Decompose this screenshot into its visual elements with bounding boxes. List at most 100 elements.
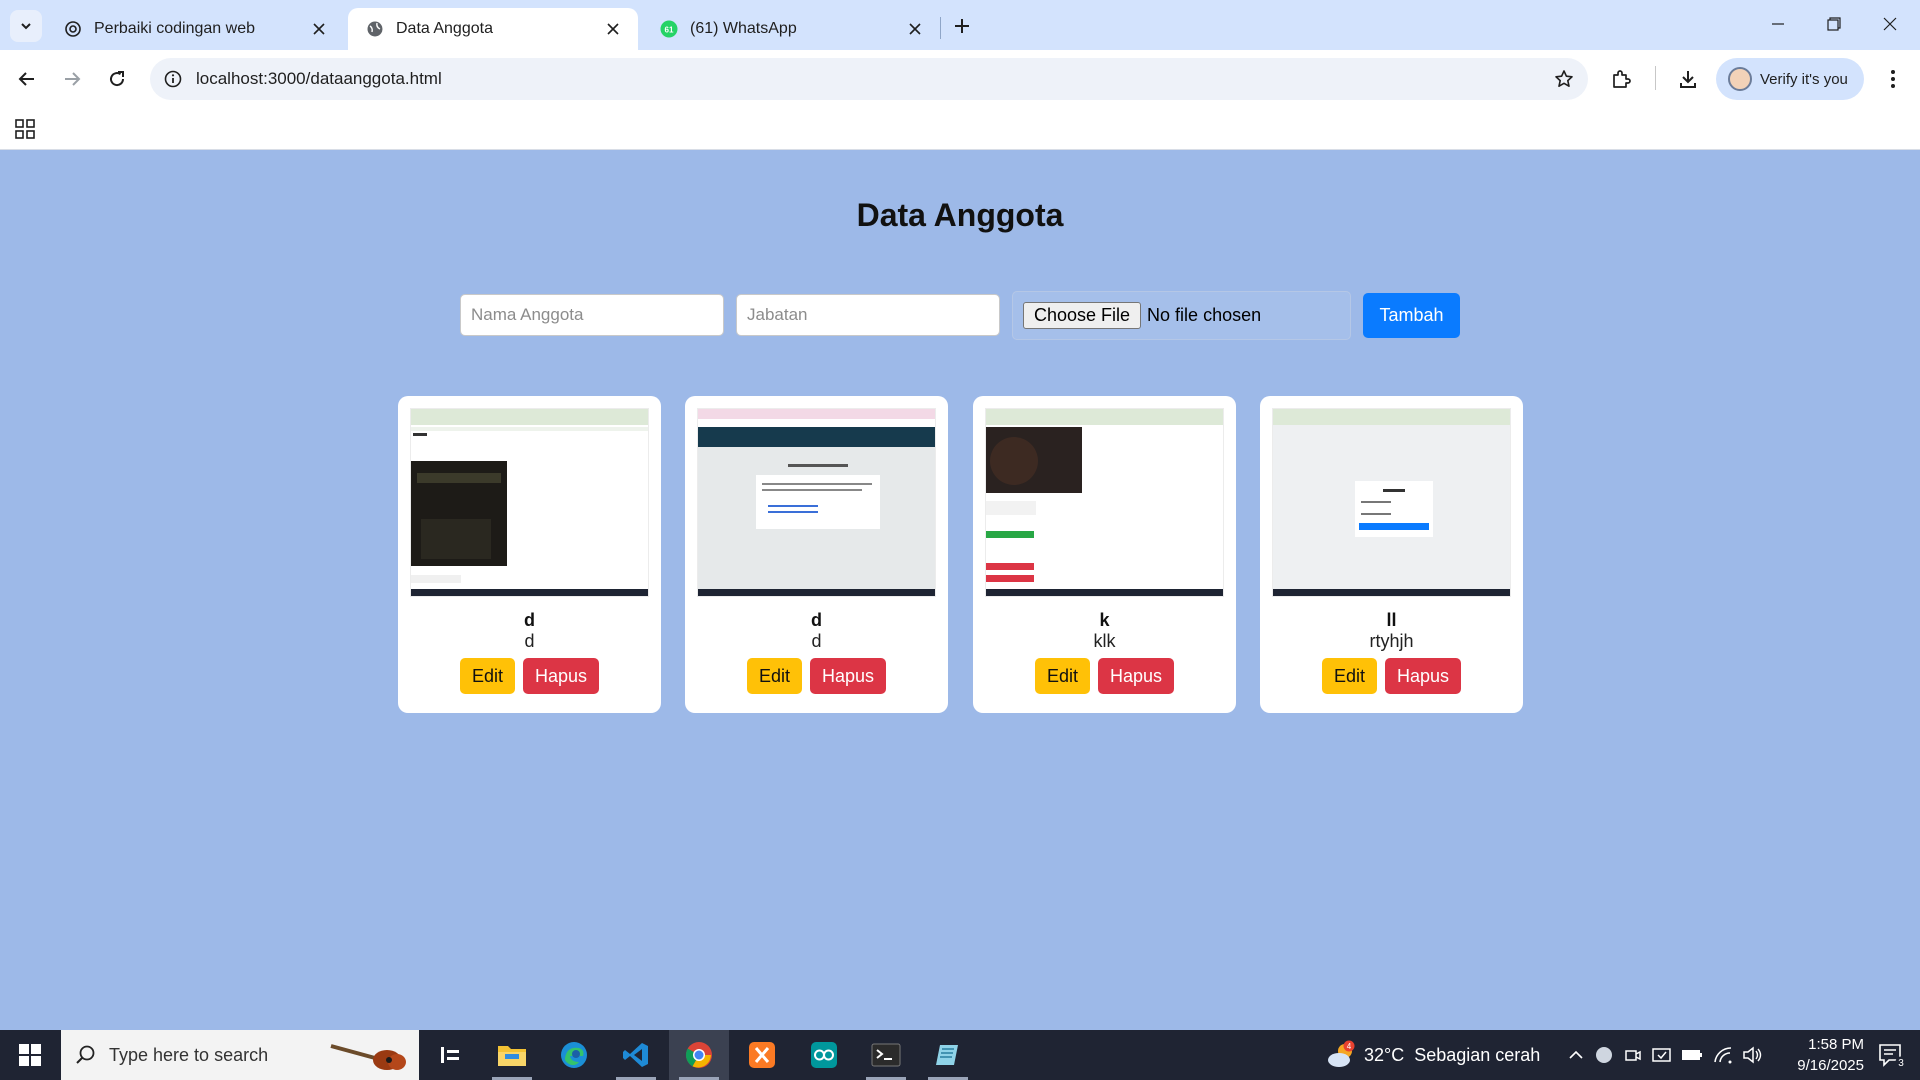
extensions-button[interactable] <box>1604 62 1638 96</box>
edit-button[interactable]: Edit <box>746 658 802 694</box>
add-member-button[interactable]: Tambah <box>1363 293 1460 338</box>
guitar-icon <box>330 1044 406 1070</box>
new-tab-button[interactable] <box>948 12 976 40</box>
download-icon <box>1680 71 1696 88</box>
member-position: rtyhjh <box>1369 631 1414 651</box>
delete-button[interactable]: Hapus <box>523 658 600 694</box>
battery-icon[interactable] <box>1680 1043 1704 1067</box>
bookmark-star-icon[interactable] <box>1552 67 1576 91</box>
url-text: localhost:3000/dataanggota.html <box>196 69 442 88</box>
taskbar-vscode[interactable] <box>606 1030 666 1080</box>
taskbar-notepad[interactable] <box>918 1030 978 1080</box>
toolbar-divider <box>1655 66 1656 90</box>
taskbar-xampp[interactable] <box>732 1030 792 1080</box>
tab-title: Data Anggota <box>396 20 493 37</box>
tab-title: (61) WhatsApp <box>690 20 797 37</box>
page-title: Data Anggota <box>856 197 1064 233</box>
weather-widget[interactable]: 4 32°C Sebagian cerah <box>1326 1030 1540 1080</box>
member-photo <box>697 408 936 597</box>
member-card: d d Edit Hapus <box>685 396 948 713</box>
member-card: d d Edit Hapus <box>398 396 661 713</box>
delete-button[interactable]: Hapus <box>810 658 887 694</box>
restore-button[interactable] <box>1806 0 1862 48</box>
minimize-button[interactable] <box>1750 0 1806 48</box>
close-icon[interactable] <box>904 18 926 40</box>
edit-button[interactable]: Edit <box>1321 658 1377 694</box>
profile-button[interactable]: Verify it's you <box>1716 58 1864 100</box>
photo-file-input[interactable]: Choose File No file chosen <box>1012 291 1351 340</box>
profile-label: Verify it's you <box>1760 70 1848 88</box>
tab-strip: Perbaiki codingan web Data Anggota 61 (6… <box>0 0 1920 50</box>
edge-icon <box>561 1042 587 1068</box>
close-icon[interactable] <box>602 18 624 40</box>
clock-time: 1:58 PM <box>1808 1036 1864 1053</box>
taskbar-edge[interactable] <box>544 1030 604 1080</box>
meet-now-icon[interactable] <box>1621 1043 1645 1067</box>
delete-button[interactable]: Hapus <box>1098 658 1175 694</box>
task-view-button[interactable] <box>420 1030 480 1080</box>
avatar <box>1728 67 1752 91</box>
tray-app-icon[interactable] <box>1592 1043 1616 1067</box>
choose-file-button[interactable]: Choose File <box>1023 302 1142 329</box>
partly-sunny-icon: 4 <box>1326 1040 1356 1070</box>
member-position: klk <box>1093 631 1116 651</box>
apps-grid-icon[interactable] <box>12 116 38 142</box>
site-info-icon[interactable] <box>160 66 186 92</box>
position-input[interactable] <box>736 294 1000 336</box>
whatsapp-icon: 61 <box>660 20 678 38</box>
chevron-down-icon <box>21 23 31 30</box>
tab-data-anggota[interactable]: Data Anggota <box>348 8 638 50</box>
reload-icon <box>110 71 125 87</box>
taskbar-chrome[interactable] <box>669 1030 729 1080</box>
system-clock[interactable]: 1:58 PM 9/16/2025 <box>1764 1034 1864 1076</box>
show-hidden-icons[interactable] <box>1564 1043 1588 1067</box>
close-icon[interactable] <box>308 18 330 40</box>
file-status-text: No file chosen <box>1147 305 1262 325</box>
downloads-button[interactable] <box>1671 62 1705 96</box>
taskbar-file-explorer[interactable] <box>482 1030 542 1080</box>
edit-button[interactable]: Edit <box>1034 658 1090 694</box>
tab-search-button[interactable] <box>10 10 42 42</box>
member-name-input[interactable] <box>460 294 724 336</box>
wifi-icon[interactable] <box>1711 1043 1735 1067</box>
arrow-left-icon <box>18 72 34 86</box>
more-vertical-icon <box>1891 70 1895 88</box>
forward-button[interactable] <box>54 61 90 97</box>
card-actions: Edit Hapus <box>685 658 948 694</box>
member-name: d <box>524 610 535 630</box>
svg-text:3: 3 <box>1898 1058 1904 1069</box>
clock-date: 9/16/2025 <box>1797 1057 1864 1074</box>
restore-icon <box>1827 17 1841 31</box>
start-button[interactable] <box>0 1030 60 1080</box>
tab-perbaiki[interactable]: Perbaiki codingan web <box>46 8 344 50</box>
page-content: Data Anggota Choose File No file chosen … <box>0 151 1920 1030</box>
taskbar-search[interactable]: Type here to search <box>61 1030 419 1080</box>
tab-whatsapp[interactable]: 61 (61) WhatsApp <box>642 8 940 50</box>
chrome-icon <box>685 1042 712 1068</box>
member-name: ll <box>1386 610 1397 630</box>
card-actions: Edit Hapus <box>973 658 1236 694</box>
member-card: k klk Edit Hapus <box>973 396 1236 713</box>
browser-menu-button[interactable] <box>1876 62 1910 96</box>
arduino-icon <box>811 1042 837 1068</box>
member-photo <box>1272 408 1511 597</box>
taskbar-arduino[interactable] <box>794 1030 854 1080</box>
minimize-icon <box>1772 23 1784 25</box>
close-icon <box>1883 17 1897 31</box>
window-close-button[interactable] <box>1862 0 1918 48</box>
tab-separator <box>940 17 941 39</box>
reload-button[interactable] <box>99 61 135 97</box>
member-photo <box>985 408 1224 597</box>
task-view-icon <box>441 1047 459 1063</box>
back-button[interactable] <box>9 61 45 97</box>
delete-button[interactable]: Hapus <box>1385 658 1462 694</box>
taskbar-terminal[interactable] <box>856 1030 916 1080</box>
edit-button[interactable]: Edit <box>459 658 515 694</box>
puzzle-icon <box>1613 70 1631 88</box>
display-icon[interactable] <box>1650 1043 1674 1067</box>
volume-icon[interactable] <box>1740 1043 1764 1067</box>
address-bar[interactable]: localhost:3000/dataanggota.html <box>150 58 1588 100</box>
svg-text:4: 4 <box>1347 1042 1352 1051</box>
search-icon <box>75 1044 97 1066</box>
notification-center-button[interactable]: 3 <box>1864 1030 1920 1080</box>
